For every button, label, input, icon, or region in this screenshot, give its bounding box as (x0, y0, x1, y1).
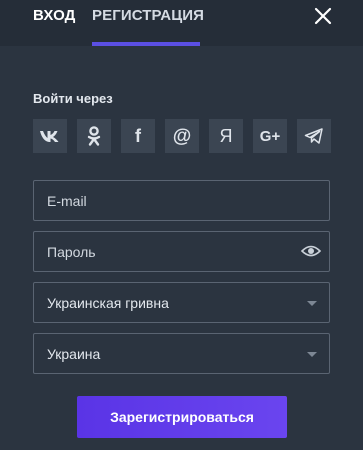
email-input[interactable] (34, 181, 329, 220)
mail-login-button[interactable]: @ (165, 119, 199, 153)
chevron-down-icon (307, 352, 317, 357)
odnoklassniki-login-button[interactable] (77, 119, 111, 153)
yandex-icon: Я (219, 126, 233, 146)
tab-register[interactable]: РЕГИСТРАЦИЯ (92, 7, 204, 24)
google-plus-login-button[interactable]: G+ (253, 119, 287, 153)
register-button[interactable]: Зарегистрироваться (77, 396, 287, 438)
country-select[interactable]: Украина (33, 333, 330, 374)
country-value: Украина (47, 346, 101, 362)
odnoklassniki-icon (87, 126, 101, 146)
facebook-login-button[interactable]: f (121, 119, 155, 153)
at-icon: @ (172, 125, 192, 147)
google-plus-icon: G+ (259, 127, 281, 145)
vk-icon (40, 131, 59, 142)
social-login-label: Войти через (33, 91, 113, 106)
eye-icon[interactable] (300, 243, 322, 259)
vk-login-button[interactable] (33, 119, 67, 153)
active-tab-indicator (92, 42, 200, 46)
close-icon[interactable] (310, 3, 336, 29)
password-input[interactable] (34, 232, 329, 271)
chevron-down-icon (307, 301, 317, 306)
email-field[interactable] (33, 180, 330, 221)
yandex-login-button[interactable]: Я (209, 119, 243, 153)
currency-select[interactable]: Украинская гривна (33, 282, 330, 323)
auth-header: ВХОД РЕГИСТРАЦИЯ (0, 0, 363, 46)
facebook-icon: f (135, 126, 141, 146)
tab-login[interactable]: ВХОД (33, 7, 75, 24)
password-field[interactable] (33, 231, 330, 272)
telegram-login-button[interactable] (297, 119, 331, 153)
currency-value: Украинская гривна (47, 295, 169, 311)
telegram-icon (304, 128, 323, 144)
